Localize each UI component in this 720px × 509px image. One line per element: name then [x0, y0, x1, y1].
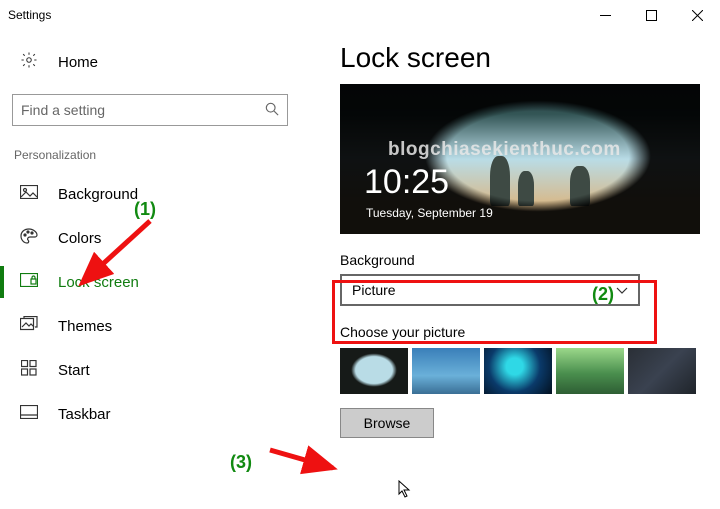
picture-thumbnail[interactable] [412, 348, 480, 394]
page-title: Lock screen [340, 42, 702, 74]
picture-thumbnail[interactable] [340, 348, 408, 394]
sidebar-item-label: Themes [58, 318, 112, 335]
sidebar-item-label: Lock screen [58, 274, 139, 291]
gear-icon [18, 51, 40, 74]
window-controls [582, 0, 720, 30]
picture-thumbnail[interactable] [484, 348, 552, 394]
window-title: Settings [8, 8, 51, 22]
search-icon [265, 102, 279, 119]
section-label: Personalization [12, 148, 288, 162]
sidebar-item-label: Background [58, 186, 138, 203]
minimize-button[interactable] [582, 0, 628, 30]
sidebar-item-lock-screen[interactable]: Lock screen [0, 260, 288, 304]
picture-thumbnail[interactable] [556, 348, 624, 394]
background-label: Background [340, 252, 702, 268]
sidebar-item-colors[interactable]: Colors [0, 216, 288, 260]
sidebar-item-taskbar[interactable]: Taskbar [0, 392, 288, 436]
sidebar-item-themes[interactable]: Themes [0, 304, 288, 348]
sidebar-item-label: Taskbar [58, 406, 111, 423]
themes-icon [18, 316, 40, 337]
lock-screen-preview: blogchiasekienthuc.com 10:25 Tuesday, Se… [340, 84, 700, 234]
sidebar-item-label: Colors [58, 230, 101, 247]
lock-screen-icon [18, 273, 40, 292]
picture-icon [18, 185, 40, 204]
picture-thumbnails [340, 348, 702, 394]
chevron-down-icon [616, 282, 628, 298]
start-icon [18, 360, 40, 381]
search-placeholder: Find a setting [21, 102, 265, 118]
close-button[interactable] [674, 0, 720, 30]
watermark-text: blogchiasekienthuc.com [388, 139, 690, 161]
titlebar: Settings [0, 0, 720, 30]
sidebar-item-start[interactable]: Start [0, 348, 288, 392]
dropdown-value: Picture [352, 282, 396, 298]
main-content: Lock screen blogchiasekienthuc.com 10:25… [300, 30, 720, 509]
taskbar-icon [18, 405, 40, 424]
home-button[interactable]: Home [12, 40, 288, 84]
sidebar-item-label: Start [58, 362, 90, 379]
search-input[interactable]: Find a setting [12, 94, 288, 126]
preview-date: Tuesday, September 19 [366, 206, 493, 220]
palette-icon [18, 228, 40, 249]
background-dropdown[interactable]: Picture [340, 274, 640, 306]
sidebar-item-background[interactable]: Background [0, 172, 288, 216]
choose-picture-label: Choose your picture [340, 324, 702, 340]
sidebar: Home Find a setting Personalization Back… [0, 30, 300, 509]
browse-button[interactable]: Browse [340, 408, 434, 438]
preview-time: 10:25 [364, 163, 449, 202]
maximize-button[interactable] [628, 0, 674, 30]
home-label: Home [58, 54, 98, 71]
picture-thumbnail[interactable] [628, 348, 696, 394]
